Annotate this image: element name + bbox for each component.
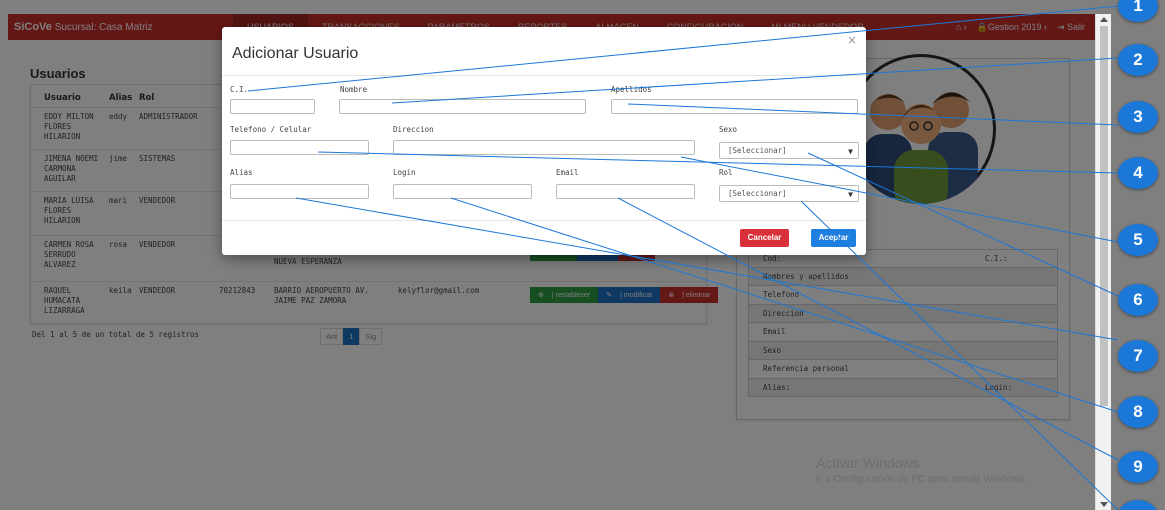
- nombre-input[interactable]: [339, 99, 586, 114]
- scroll-down-arrow-icon[interactable]: [1100, 502, 1108, 507]
- sexo-label: Sexo: [719, 125, 738, 134]
- accept-button[interactable]: Aceptar: [811, 229, 856, 247]
- add-user-modal: Adicionar Usuario × C.I. Nombre Apellido…: [222, 27, 866, 255]
- rol-select[interactable]: [Seleccionar] ▼: [719, 185, 859, 202]
- callout-badge-3: 3: [1118, 101, 1158, 133]
- telefono-label: Telefono / Celular: [230, 125, 312, 134]
- callout-badge-2: 2: [1118, 44, 1158, 76]
- telefono-input[interactable]: [230, 140, 369, 155]
- scroll-thumb[interactable]: [1100, 26, 1108, 406]
- sexo-selected-value: [Seleccionar]: [728, 146, 787, 155]
- login-input[interactable]: [393, 184, 532, 199]
- app-window: SiCoVe Sucursal: Casa Matriz USUARIOS TR…: [0, 0, 1165, 510]
- apellidos-input[interactable]: [611, 99, 858, 114]
- nombre-label: Nombre: [340, 85, 368, 94]
- chevron-down-icon: ▼: [848, 190, 853, 199]
- callout-badge-8: 8: [1118, 396, 1158, 428]
- windows-activation-watermark: Activar Windows Ir a Configuración de PC…: [816, 455, 1027, 485]
- apellidos-label: Apellidos: [611, 85, 652, 94]
- email-input[interactable]: [556, 184, 695, 199]
- modal-header-divider: [222, 75, 866, 76]
- alias-input[interactable]: [230, 184, 369, 199]
- ci-input[interactable]: [230, 99, 315, 114]
- direccion-label: Direccion: [393, 125, 434, 134]
- page-scrollbar[interactable]: [1095, 14, 1111, 510]
- sexo-select[interactable]: [Seleccionar] ▼: [719, 142, 859, 159]
- callout-badge-5: 5: [1118, 224, 1158, 256]
- watermark-subtitle: Ir a Configuración de PC para activar Wi…: [816, 474, 1027, 485]
- alias-label: Alias: [230, 168, 253, 177]
- ci-label: C.I.: [230, 85, 249, 94]
- cancel-button[interactable]: Cancelar: [740, 229, 789, 247]
- callout-badge-6: 6: [1118, 284, 1158, 316]
- modal-footer-divider: [222, 220, 866, 221]
- callout-badge-4: 4: [1118, 157, 1158, 189]
- rol-selected-value: [Seleccionar]: [728, 189, 787, 198]
- scroll-up-arrow-icon[interactable]: [1100, 17, 1108, 22]
- watermark-title: Activar Windows: [816, 455, 920, 471]
- callout-badge-7: 7: [1118, 340, 1158, 372]
- modal-title: Adicionar Usuario: [232, 45, 359, 62]
- close-icon[interactable]: ×: [847, 33, 857, 47]
- chevron-down-icon: ▼: [848, 147, 853, 156]
- direccion-input[interactable]: [393, 140, 695, 155]
- rol-label: Rol: [719, 168, 733, 177]
- callout-badge-9: 9: [1118, 451, 1158, 483]
- login-label: Login: [393, 168, 416, 177]
- email-label: Email: [556, 168, 579, 177]
